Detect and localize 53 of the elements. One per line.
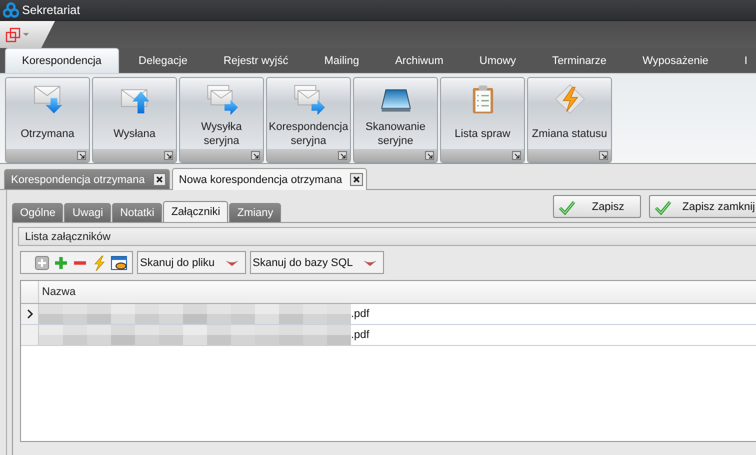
checkmark-icon: [558, 198, 576, 214]
checkmark-icon: [654, 198, 672, 214]
panel-title: Lista załączników: [25, 230, 111, 242]
scan-dropdown[interactable]: Skanuj do pliku: [137, 251, 246, 274]
expand-icon[interactable]: [164, 151, 173, 160]
windows-icon[interactable]: [5, 26, 21, 42]
file-name: .pdf: [351, 308, 370, 320]
save-button[interactable]: Zapisz: [552, 195, 642, 218]
sub-tab[interactable]: Ogólne: [12, 203, 64, 222]
ribbon-button[interactable]: Wysłana: [92, 77, 177, 163]
sub-tab[interactable]: Notatki: [112, 203, 162, 222]
add-icon[interactable]: [54, 256, 68, 270]
expand-icon[interactable]: [338, 151, 347, 160]
ribbon-tab[interactable]: Korespondencja: [5, 48, 119, 73]
ribbon-button[interactable]: Zmiana statusu: [527, 77, 612, 163]
lightning-icon[interactable]: [92, 254, 106, 270]
save-button[interactable]: Zapisz zamknij: [649, 195, 756, 218]
window-title: Sekretariat: [22, 3, 80, 17]
expand-icon[interactable]: [512, 151, 521, 160]
window-preview-icon[interactable]: [111, 254, 128, 270]
document-tab[interactable]: Nowa korespondencja otrzymana: [172, 168, 368, 190]
ribbon-button[interactable]: Skanowanie seryjne: [353, 77, 438, 163]
sub-tab[interactable]: Zmiany: [229, 203, 282, 222]
app-logo-icon: [3, 2, 19, 18]
close-icon[interactable]: [350, 173, 364, 186]
expand-icon[interactable]: [425, 151, 434, 160]
expand-icon[interactable]: [599, 151, 608, 160]
row-header[interactable]: [21, 304, 39, 324]
file-name: .pdf: [351, 329, 370, 341]
dropdown-arrow-icon[interactable]: [362, 258, 377, 266]
ribbon-button[interactable]: Wysyłka seryjna: [179, 77, 264, 163]
expand-all-icon[interactable]: [35, 256, 49, 270]
ribbon-button[interactable]: Lista spraw: [440, 77, 525, 163]
ribbon-tab[interactable]: Wyposażenie: [626, 49, 724, 73]
ribbon-tab[interactable]: Umowy: [463, 49, 532, 73]
ribbon-tab[interactable]: Archiwum: [379, 49, 460, 73]
column-header[interactable]: Nazwa: [39, 281, 76, 303]
expand-icon[interactable]: [77, 151, 86, 160]
sub-tab[interactable]: Załączniki: [163, 201, 228, 222]
sub-tab[interactable]: Uwagi: [64, 203, 112, 222]
expand-icon[interactable]: [251, 151, 260, 160]
dropdown-caret-icon[interactable]: [23, 33, 29, 36]
scan-dropdown[interactable]: Skanuj do bazy SQL: [250, 251, 384, 274]
ribbon-tab[interactable]: Mailing: [308, 49, 376, 73]
ribbon-tab[interactable]: Terminarze: [536, 49, 622, 73]
ribbon-button[interactable]: Otrzymana: [5, 77, 90, 163]
close-icon[interactable]: [152, 173, 166, 186]
dropdown-arrow-icon[interactable]: [224, 258, 239, 266]
ribbon-tab[interactable]: I: [728, 49, 756, 73]
ribbon-tab[interactable]: Delegacje: [122, 49, 204, 73]
ribbon-button[interactable]: Korespondencja seryjna: [266, 77, 351, 163]
document-tab[interactable]: Korespondencja otrzymana: [4, 169, 170, 189]
ribbon-tab[interactable]: Rejestr wyjść: [207, 49, 304, 73]
